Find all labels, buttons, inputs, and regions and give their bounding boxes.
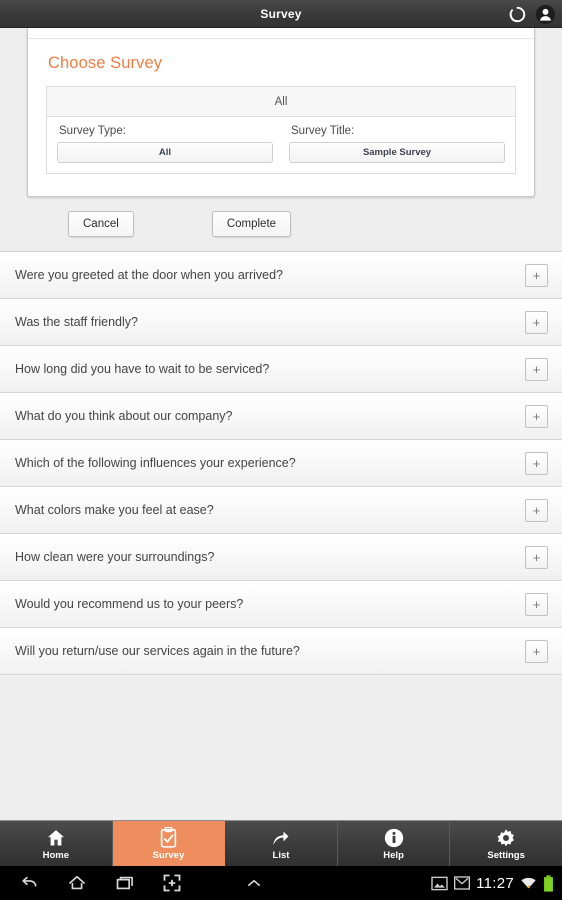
- share-arrow-icon: [270, 827, 291, 848]
- expand-question-button[interactable]: +: [525, 498, 548, 522]
- question-row[interactable]: Was the staff friendly? +: [0, 299, 562, 346]
- question-list: Were you greeted at the door when you ar…: [0, 251, 562, 675]
- card-action-buttons: Cancel Complete: [68, 197, 562, 251]
- question-text: Were you greeted at the door when you ar…: [15, 268, 283, 282]
- expand-question-button[interactable]: +: [525, 592, 548, 616]
- question-text: Would you recommend us to your peers?: [15, 597, 244, 611]
- question-row[interactable]: Would you recommend us to your peers? +: [0, 581, 562, 628]
- nav-buttons: [0, 873, 266, 893]
- question-row[interactable]: How clean were your surroundings? +: [0, 534, 562, 581]
- survey-filter-box: All Survey Type: All Survey Title: Sampl…: [46, 86, 516, 174]
- filter-fields: Survey Type: All Survey Title: Sample Su…: [47, 117, 515, 173]
- choose-survey-card: Choose Survey All Survey Type: All Surve…: [27, 28, 535, 197]
- question-text: Was the staff friendly?: [15, 315, 138, 329]
- expand-question-button[interactable]: +: [525, 263, 548, 287]
- tab-label: Help: [383, 849, 404, 861]
- home-icon[interactable]: [66, 873, 88, 893]
- question-text: What colors make you feel at ease?: [15, 503, 214, 517]
- question-text: How long did you have to wait to be serv…: [15, 362, 270, 376]
- expand-question-button[interactable]: +: [525, 639, 548, 663]
- tab-label: Settings: [487, 849, 525, 861]
- survey-type-field: Survey Type: All: [57, 125, 273, 163]
- tab-survey[interactable]: Survey: [112, 821, 226, 866]
- survey-type-label: Survey Type:: [59, 125, 126, 137]
- chevron-up-icon[interactable]: [242, 874, 266, 892]
- refresh-icon[interactable]: [508, 5, 527, 24]
- question-text: Which of the following influences your e…: [15, 456, 296, 470]
- wifi-icon: [520, 876, 537, 891]
- question-row[interactable]: Will you return/use our services again i…: [0, 628, 562, 675]
- status-clock: 11:27: [476, 874, 514, 892]
- back-icon[interactable]: [18, 873, 40, 893]
- question-row[interactable]: Which of the following influences your e…: [0, 440, 562, 487]
- survey-app-screen: Survey Choose Survey All Survey Type: Al…: [0, 0, 562, 900]
- page-title: Survey: [260, 6, 302, 21]
- clipboard-check-icon: [159, 826, 178, 848]
- image-icon: [431, 876, 448, 891]
- tab-label: Survey: [152, 849, 185, 861]
- question-row[interactable]: Were you greeted at the door when you ar…: [0, 252, 562, 299]
- status-icons: 11:27: [431, 866, 554, 900]
- card-heading: Choose Survey: [48, 54, 163, 72]
- bottom-tab-bar: Home Survey List Help Settings: [0, 820, 562, 866]
- title-bar-actions: [508, 0, 556, 28]
- question-text: What do you think about our company?: [15, 409, 233, 423]
- tab-label: List: [272, 849, 290, 861]
- question-row[interactable]: How long did you have to wait to be serv…: [0, 346, 562, 393]
- button-spacer: [134, 211, 212, 237]
- cancel-button[interactable]: Cancel: [68, 211, 134, 237]
- survey-title-dropdown[interactable]: Sample Survey: [289, 142, 505, 163]
- card-top-divider: [28, 28, 534, 39]
- question-text: How clean were your surroundings?: [15, 550, 215, 564]
- expand-question-button[interactable]: +: [525, 545, 548, 569]
- tab-help[interactable]: Help: [337, 821, 451, 866]
- account-avatar-icon[interactable]: [535, 4, 556, 25]
- survey-type-dropdown[interactable]: All: [57, 142, 273, 163]
- survey-title-label: Survey Title:: [291, 125, 355, 137]
- filter-summary: All: [47, 87, 515, 117]
- recents-icon[interactable]: [114, 873, 136, 893]
- question-text: Will you return/use our services again i…: [15, 644, 300, 658]
- battery-full-icon: [543, 874, 554, 892]
- app-title-bar: Survey: [0, 0, 562, 28]
- tab-label: Home: [42, 849, 69, 861]
- gear-icon: [496, 827, 516, 848]
- survey-scroll-area[interactable]: Choose Survey All Survey Type: All Surve…: [0, 28, 562, 820]
- tab-settings[interactable]: Settings: [450, 821, 562, 866]
- survey-title-field: Survey Title: Sample Survey: [289, 125, 505, 163]
- choose-survey-card-wrapper: Choose Survey All Survey Type: All Surve…: [0, 28, 562, 197]
- question-row[interactable]: What colors make you feel at ease? +: [0, 487, 562, 534]
- question-row[interactable]: What do you think about our company? +: [0, 393, 562, 440]
- mail-icon: [454, 876, 471, 890]
- screenshot-icon[interactable]: [162, 873, 182, 893]
- info-icon: [384, 827, 404, 848]
- home-icon: [46, 827, 66, 848]
- tab-home[interactable]: Home: [0, 821, 113, 866]
- expand-question-button[interactable]: +: [525, 357, 548, 381]
- expand-question-button[interactable]: +: [525, 451, 548, 475]
- tab-list[interactable]: List: [225, 821, 338, 866]
- android-navigation-bar: 11:27: [0, 866, 562, 900]
- expand-question-button[interactable]: +: [525, 310, 548, 334]
- expand-question-button[interactable]: +: [525, 404, 548, 428]
- complete-button[interactable]: Complete: [211, 211, 292, 237]
